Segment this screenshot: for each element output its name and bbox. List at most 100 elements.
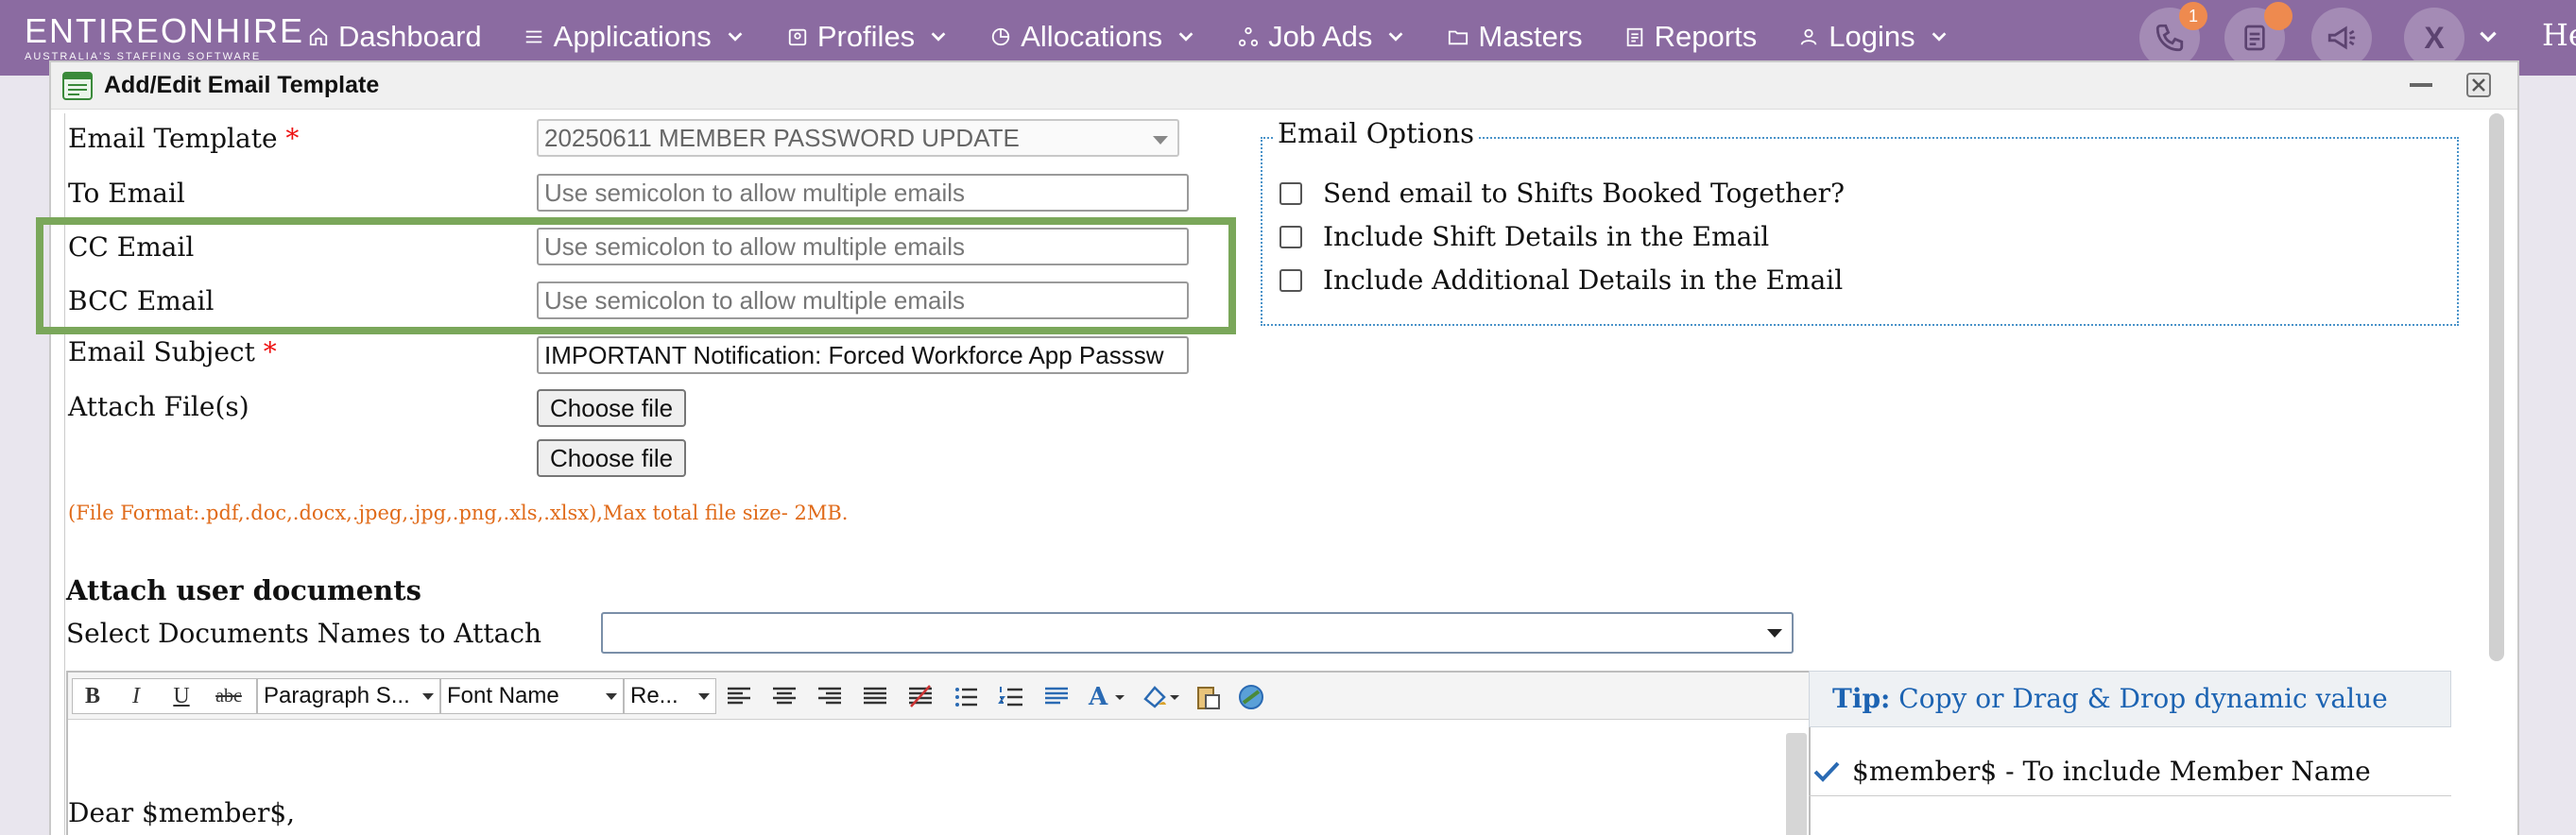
user-greeting: He — [2542, 17, 2576, 53]
editor-body-text[interactable]: Dear $member$, — [68, 797, 295, 828]
justify-icon[interactable] — [860, 682, 890, 712]
italic-button[interactable]: I — [118, 679, 154, 713]
bulleted-list-icon[interactable] — [951, 682, 981, 712]
minimize-button[interactable] — [2410, 83, 2432, 87]
tip-panel: Tip: Copy or Drag & Drop dynamic value — [1809, 671, 2451, 727]
dialog-scrollbar[interactable] — [2489, 113, 2504, 661]
paste-icon[interactable] — [1193, 682, 1223, 712]
align-right-icon[interactable] — [815, 682, 845, 712]
font-name-select[interactable]: Font Name — [440, 678, 624, 714]
line-height-icon[interactable] — [1041, 682, 1072, 712]
checkbox[interactable] — [1279, 181, 1302, 205]
nav-label: Profiles — [816, 20, 916, 53]
tip-prefix: Tip: — [1832, 683, 1891, 714]
file-format-hint: (File Format:.pdf,.doc,.docx,.jpeg,.jpg,… — [68, 502, 849, 524]
user-icon — [1800, 28, 1817, 45]
align-left-icon[interactable] — [724, 682, 754, 712]
required-mark: * — [263, 336, 277, 367]
to-email-field[interactable] — [537, 174, 1189, 212]
label-text: Email Template — [68, 123, 278, 154]
close-button[interactable] — [2466, 73, 2491, 97]
choose-file-button[interactable]: Choose file — [537, 389, 687, 427]
email-template-select[interactable]: 20250611 MEMBER PASSWORD UPDATE — [537, 119, 1179, 157]
phone-button[interactable]: 1 — [2139, 2, 2207, 68]
dynamic-value-label: $member$ - To include Member Name — [1852, 756, 2371, 787]
nav-dashboard[interactable]: Dashboard — [308, 20, 482, 54]
chevron-down-icon — [1178, 32, 1194, 42]
align-center-icon[interactable] — [769, 682, 799, 712]
nav-masters[interactable]: Masters — [1448, 20, 1583, 54]
option-shifts-booked-together[interactable]: Send email to Shifts Booked Together? — [1279, 178, 1845, 209]
nav-label: Reports — [1654, 20, 1758, 53]
label-text: Email Subject — [68, 336, 255, 367]
option-include-shift-details[interactable]: Include Shift Details in the Email — [1279, 221, 1769, 252]
nav-job-ads[interactable]: Job Ads — [1238, 20, 1406, 54]
chevron-down-icon — [1932, 32, 1946, 42]
editor-toolbar: B I U abc Paragraph S... Font Name Re...… — [68, 673, 1809, 720]
dropdown-arrow-icon — [422, 693, 434, 700]
font-color-icon[interactable]: A — [1085, 682, 1128, 712]
to-email-label: To Email — [68, 178, 185, 209]
email-template-label: Email Template * — [68, 123, 299, 154]
avatar-initial: X — [2424, 20, 2445, 55]
documents-button[interactable] — [2224, 2, 2293, 68]
announcements-button[interactable] — [2311, 8, 2372, 68]
nav-label: Masters — [1478, 20, 1583, 53]
folder-icon — [1449, 30, 1468, 45]
select-value: Re... — [630, 683, 678, 708]
home-icon — [309, 27, 328, 46]
checkbox[interactable] — [1279, 268, 1302, 292]
font-size-select[interactable]: Re... — [624, 678, 716, 714]
email-template-value: 20250611 MEMBER PASSWORD UPDATE — [544, 124, 1020, 152]
email-subject-field[interactable]: IMPORTANT Notification: Forced Workforce… — [537, 336, 1189, 374]
select-documents-label: Select Documents Names to Attach — [66, 618, 542, 649]
editor-scrollbar[interactable] — [1786, 733, 1807, 835]
chevron-down-icon — [728, 32, 743, 42]
attach-user-documents-heading: Attach user documents — [66, 574, 421, 606]
nav-reports[interactable]: Reports — [1624, 20, 1758, 54]
pie-chart-icon — [992, 27, 1010, 46]
dialog-title: Add/Edit Email Template — [104, 72, 380, 98]
app-logo[interactable]: ENTIREONHIRE AUSTRALIA'S STAFFING SOFTWA… — [25, 13, 304, 63]
underline-button[interactable]: U — [163, 679, 199, 713]
nav-applications[interactable]: Applications — [524, 20, 746, 54]
dialog-title-bar[interactable]: Add/Edit Email Template — [51, 62, 2517, 110]
documents-badge — [2264, 2, 2293, 30]
documents-select[interactable] — [601, 612, 1794, 654]
network-icon — [1239, 26, 1259, 47]
document-icon — [1626, 27, 1642, 47]
choose-file-button[interactable]: Choose file — [537, 439, 687, 477]
nav-profiles[interactable]: Profiles — [787, 20, 949, 54]
option-include-additional-details[interactable]: Include Additional Details in the Email — [1279, 264, 1843, 296]
main-nav: Dashboard Applications Profiles Allocati… — [308, 17, 1991, 57]
paragraph-style-select[interactable]: Paragraph S... — [257, 678, 440, 714]
clear-format-icon[interactable] — [905, 682, 936, 712]
text-style-group: B I U abc — [72, 678, 257, 714]
strikethrough-button[interactable]: abc — [207, 679, 250, 713]
nav-label: Applications — [553, 20, 712, 53]
select-value: Font Name — [447, 683, 559, 708]
chevron-down-icon — [1767, 629, 1782, 638]
highlight-color-icon[interactable] — [1140, 682, 1183, 712]
nav-label: Logins — [1829, 20, 1915, 53]
attach-files-label: Attach File(s) — [68, 391, 249, 422]
nav-allocations[interactable]: Allocations — [990, 20, 1196, 54]
megaphone-icon — [2327, 26, 2356, 50]
checkmark-icon — [1813, 761, 1840, 782]
select-value: Paragraph S... — [264, 683, 410, 708]
numbered-list-icon[interactable] — [996, 682, 1026, 712]
chevron-down-icon — [1389, 32, 1403, 42]
option-label: Include Shift Details in the Email — [1323, 221, 1770, 252]
close-icon — [2472, 78, 2485, 92]
insert-link-icon[interactable] — [1236, 682, 1266, 712]
user-avatar[interactable]: X — [2404, 8, 2464, 68]
email-subject-label: Email Subject * — [68, 336, 277, 367]
checkbox[interactable] — [1279, 225, 1302, 248]
bold-button[interactable]: B — [75, 679, 111, 713]
nav-label: Job Ads — [1268, 20, 1373, 53]
dynamic-value-item[interactable]: $member$ - To include Member Name — [1812, 756, 2371, 787]
chevron-down-icon[interactable] — [2476, 25, 2500, 49]
nav-logins[interactable]: Logins — [1798, 20, 1949, 54]
list-icon — [525, 30, 541, 43]
tip-text: Copy or Drag & Drop dynamic value — [1898, 683, 2388, 714]
